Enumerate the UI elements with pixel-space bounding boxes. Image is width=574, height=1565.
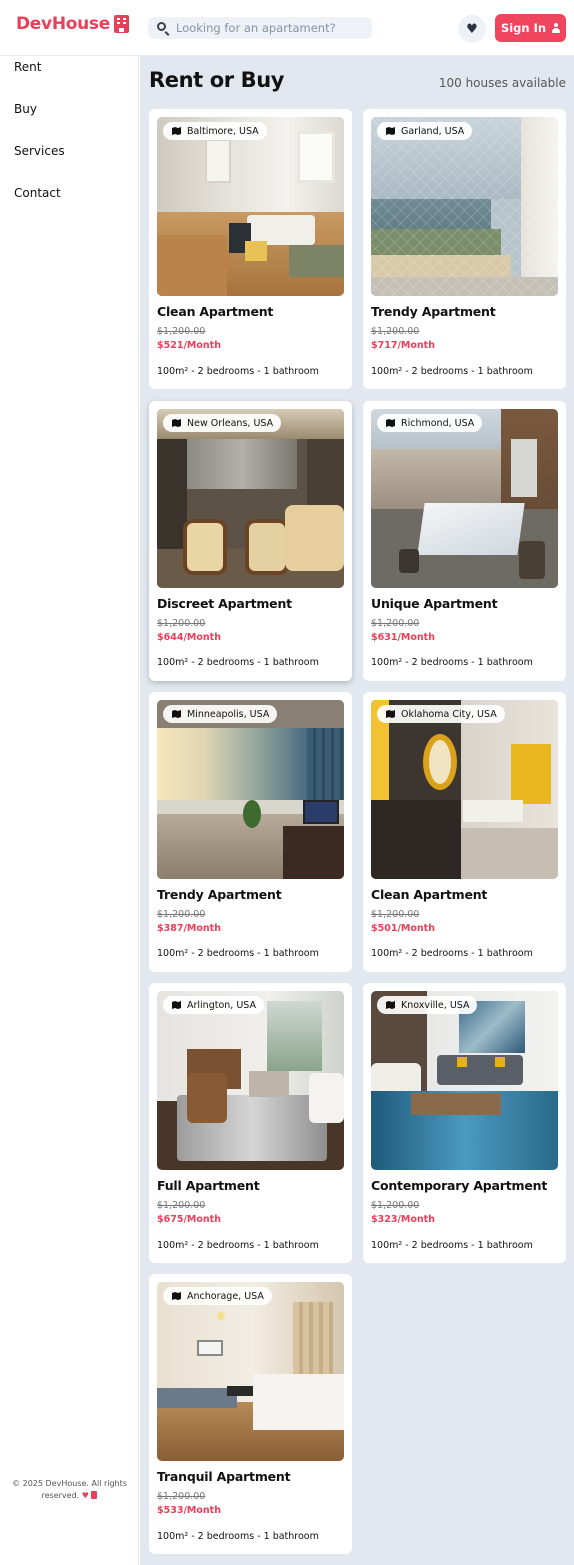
monthly-price: $717/Month (371, 340, 435, 351)
search-icon (157, 22, 166, 31)
original-price: $1,200.00 (157, 1200, 206, 1211)
original-price: $1,200.00 (371, 909, 420, 920)
search-bar (148, 17, 372, 39)
original-price: $1,200.00 (157, 909, 206, 920)
listing-photo (157, 1282, 344, 1461)
location-badge: Knoxville, USA (377, 996, 478, 1014)
location-label: Garland, USA (401, 125, 465, 137)
listing-title[interactable]: Clean Apartment (371, 887, 487, 902)
building-icon (91, 1491, 98, 1499)
location-label: Knoxville, USA (401, 999, 470, 1011)
listings-area: Rent or Buy 100 houses available Baltimo… (140, 56, 574, 1565)
listing-photo (371, 991, 558, 1170)
location-badge: Anchorage, USA (163, 1287, 272, 1305)
map-icon (172, 1001, 181, 1009)
listing-photo (371, 409, 558, 588)
listing-specs: 100m² - 2 bedrooms - 1 bathroom (371, 948, 533, 959)
location-label: Baltimore, USA (187, 125, 259, 137)
favorites-button[interactable]: ♥ (458, 15, 486, 43)
monthly-price: $644/Month (157, 632, 221, 643)
location-badge: Minneapolis, USA (163, 705, 278, 723)
listing-specs: 100m² - 2 bedrooms - 1 bathroom (371, 1240, 533, 1251)
listing-photo (157, 700, 344, 879)
heart-icon: ♥ (81, 1491, 89, 1500)
sidebar: Rent Buy Services Contact (0, 56, 139, 1565)
listing-specs: 100m² - 2 bedrooms - 1 bathroom (157, 1240, 319, 1251)
listing-title[interactable]: Trendy Apartment (371, 304, 496, 319)
listing-specs: 100m² - 2 bedrooms - 1 bathroom (371, 657, 533, 668)
houses-count: 100 houses available (438, 76, 566, 90)
location-badge: Oklahoma City, USA (377, 705, 505, 723)
location-label: Arlington, USA (187, 999, 256, 1011)
map-icon (386, 1001, 395, 1009)
monthly-price: $533/Month (157, 1505, 221, 1516)
monthly-price: $387/Month (157, 923, 221, 934)
sign-in-label: Sign In (500, 21, 547, 35)
monthly-price: $323/Month (371, 1214, 435, 1225)
location-badge: Richmond, USA (377, 414, 483, 432)
location-badge: Garland, USA (377, 122, 473, 140)
location-label: Anchorage, USA (187, 1290, 264, 1302)
map-icon (386, 127, 395, 135)
listing-specs: 100m² - 2 bedrooms - 1 bathroom (157, 657, 319, 668)
location-badge: Baltimore, USA (163, 122, 267, 140)
listing-photo (371, 700, 558, 879)
map-icon (172, 710, 181, 718)
map-icon (172, 1292, 181, 1300)
top-header: DevHouse ♥ Sign In (0, 0, 574, 56)
logo-text: DevHouse (16, 14, 110, 34)
location-label: Minneapolis, USA (187, 708, 270, 720)
listing-photo (157, 409, 344, 588)
listing-title[interactable]: Clean Apartment (157, 304, 273, 319)
sidebar-item-rent[interactable]: Rent (14, 60, 42, 74)
user-icon (552, 23, 561, 33)
location-label: New Orleans, USA (187, 417, 274, 429)
original-price: $1,200.00 (371, 326, 420, 337)
footer-text: © 2025 DevHouse. All rights reserved. (12, 1479, 127, 1500)
listing-title[interactable]: Unique Apartment (371, 596, 498, 611)
listing-photo (157, 117, 344, 296)
listing-title[interactable]: Contemporary Apartment (371, 1178, 547, 1193)
map-icon (172, 419, 181, 427)
sidebar-item-contact[interactable]: Contact (14, 186, 61, 200)
original-price: $1,200.00 (157, 326, 206, 337)
listing-specs: 100m² - 2 bedrooms - 1 bathroom (157, 948, 319, 959)
map-icon (386, 710, 395, 718)
map-icon (172, 127, 181, 135)
listing-specs: 100m² - 2 bedrooms - 1 bathroom (371, 366, 533, 377)
monthly-price: $675/Month (157, 1214, 221, 1225)
listing-photo (371, 117, 558, 296)
monthly-price: $501/Month (371, 923, 435, 934)
location-label: Richmond, USA (401, 417, 475, 429)
location-label: Oklahoma City, USA (401, 708, 497, 720)
monthly-price: $631/Month (371, 632, 435, 643)
sign-in-button[interactable]: Sign In (495, 14, 566, 42)
monthly-price: $521/Month (157, 340, 221, 351)
listing-photo (157, 991, 344, 1170)
listing-specs: 100m² - 2 bedrooms - 1 bathroom (157, 1531, 319, 1542)
original-price: $1,200.00 (157, 618, 206, 629)
original-price: $1,200.00 (157, 1491, 206, 1502)
listing-specs: 100m² - 2 bedrooms - 1 bathroom (157, 366, 319, 377)
logo[interactable]: DevHouse (16, 14, 129, 34)
location-badge: Arlington, USA (163, 996, 264, 1014)
location-badge: New Orleans, USA (163, 414, 282, 432)
sidebar-item-services[interactable]: Services (14, 144, 65, 158)
sidebar-item-buy[interactable]: Buy (14, 102, 37, 116)
map-icon (386, 419, 395, 427)
listing-title[interactable]: Full Apartment (157, 1178, 260, 1193)
building-icon (113, 15, 129, 33)
listing-title[interactable]: Tranquil Apartment (157, 1469, 291, 1484)
original-price: $1,200.00 (371, 1200, 420, 1211)
search-input[interactable] (176, 17, 366, 39)
original-price: $1,200.00 (371, 618, 420, 629)
listing-title[interactable]: Trendy Apartment (157, 887, 282, 902)
listing-title[interactable]: Discreet Apartment (157, 596, 292, 611)
page-title: Rent or Buy (149, 68, 285, 92)
footer: © 2025 DevHouse. All rights reserved. ♥ (0, 1478, 139, 1502)
heart-icon: ♥ (466, 21, 478, 37)
